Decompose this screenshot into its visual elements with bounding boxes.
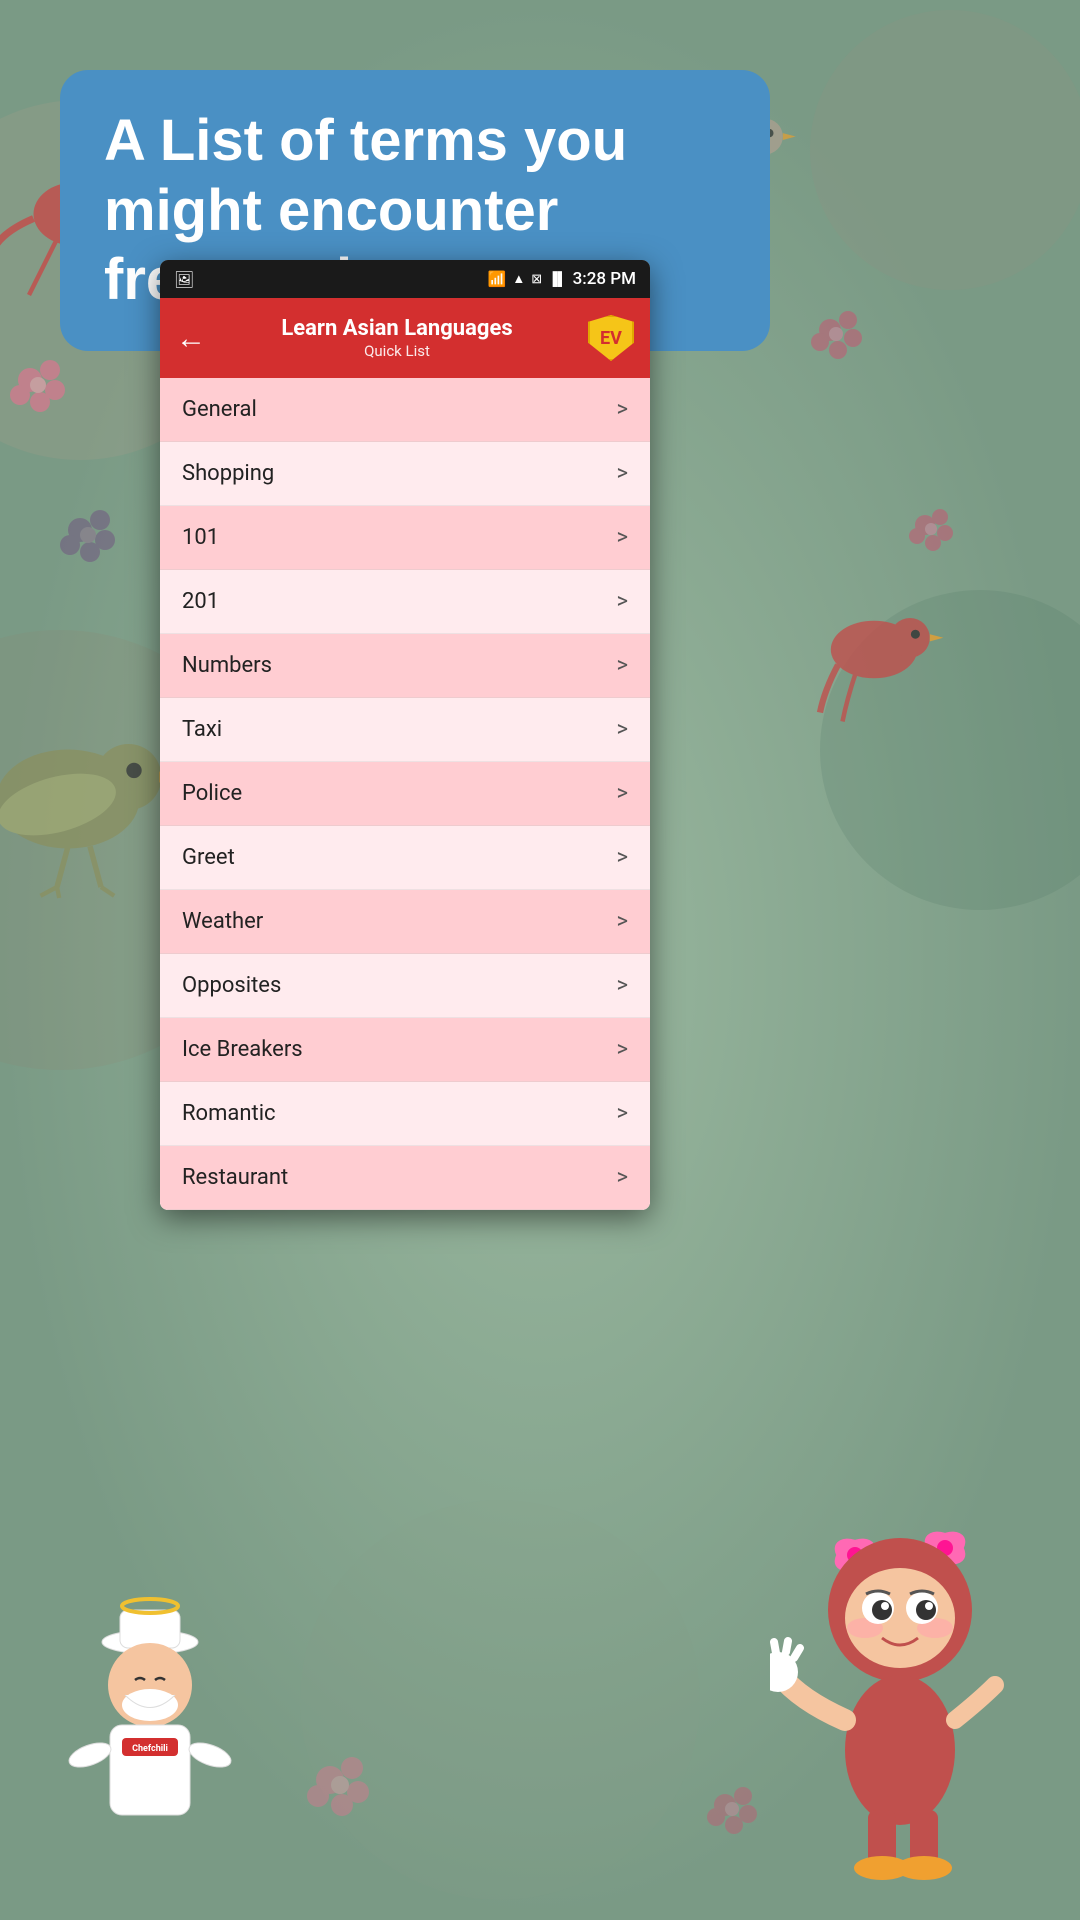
list-item[interactable]: Weather > <box>160 890 650 954</box>
battery-icon: ▐▌ <box>548 271 566 287</box>
list-item[interactable]: Taxi > <box>160 698 650 762</box>
list-item-label: 201 <box>182 589 219 614</box>
list-item-label: Ice Breakers <box>182 1037 303 1062</box>
logo-text: EV <box>600 328 622 349</box>
list-item-label: General <box>182 397 257 422</box>
list-item-arrow: > <box>616 717 628 742</box>
sim-icon: ⊠ <box>531 272 542 287</box>
list-item-arrow: > <box>616 1101 628 1126</box>
status-bar-left: 🖼 <box>174 270 194 289</box>
list-item[interactable]: Numbers > <box>160 634 650 698</box>
list-item[interactable]: General > <box>160 378 650 442</box>
list-item-arrow: > <box>616 397 628 422</box>
signal-icon: ▲ <box>512 271 525 287</box>
list-item-arrow: > <box>616 845 628 870</box>
list-item-arrow: > <box>616 589 628 614</box>
list-item[interactable]: Greet > <box>160 826 650 890</box>
list-container: General > Shopping > 101 > 201 > Numbers… <box>160 378 650 1210</box>
list-item-label: Opposites <box>182 973 281 998</box>
list-item-label: 101 <box>182 525 219 550</box>
list-item[interactable]: Police > <box>160 762 650 826</box>
list-item-label: Romantic <box>182 1101 276 1126</box>
list-item-label: Restaurant <box>182 1165 288 1190</box>
app-header-subtitle: Quick List <box>222 342 572 360</box>
wifi-icon: 📶 <box>488 270 507 288</box>
list-item-arrow: > <box>616 973 628 998</box>
list-item-label: Police <box>182 781 242 806</box>
list-item-label: Shopping <box>182 461 274 486</box>
list-item[interactable]: Restaurant > <box>160 1146 650 1210</box>
status-time: 3:28 PM <box>573 269 636 289</box>
girl-mascot-character <box>770 1500 1050 1880</box>
list-item[interactable]: Romantic > <box>160 1082 650 1146</box>
app-header-titles: Learn Asian Languages Quick List <box>222 316 572 360</box>
photo-icon: 🖼 <box>174 270 194 289</box>
list-item-arrow: > <box>616 1037 628 1062</box>
status-bar-right: 📶 ▲ ⊠ ▐▌ 3:28 PM <box>488 269 636 289</box>
back-button[interactable]: ← <box>176 321 206 356</box>
svg-text:Chefchili: Chefchili <box>132 1744 168 1754</box>
list-item-label: Greet <box>182 845 235 870</box>
list-item-arrow: > <box>616 653 628 678</box>
list-item-label: Numbers <box>182 653 272 678</box>
list-item-arrow: > <box>616 525 628 550</box>
list-item-arrow: > <box>616 909 628 934</box>
app-header-title: Learn Asian Languages <box>222 316 572 342</box>
app-logo: EV <box>588 315 634 361</box>
list-item[interactable]: 201 > <box>160 570 650 634</box>
list-item-arrow: > <box>616 1165 628 1190</box>
list-item-label: Taxi <box>182 717 222 742</box>
list-item-arrow: > <box>616 781 628 806</box>
list-item[interactable]: Ice Breakers > <box>160 1018 650 1082</box>
status-bar: 🖼 📶 ▲ ⊠ ▐▌ 3:28 PM <box>160 260 650 298</box>
list-item[interactable]: Opposites > <box>160 954 650 1018</box>
phone-frame: 🖼 📶 ▲ ⊠ ▐▌ 3:28 PM ← Learn Asian Languag… <box>160 260 650 1210</box>
list-item[interactable]: 101 > <box>160 506 650 570</box>
app-header: ← Learn Asian Languages Quick List EV <box>160 298 650 378</box>
list-item[interactable]: Shopping > <box>160 442 650 506</box>
chefchili-character: Chefchili <box>60 1590 240 1850</box>
list-item-arrow: > <box>616 461 628 486</box>
list-item-label: Weather <box>182 909 263 934</box>
